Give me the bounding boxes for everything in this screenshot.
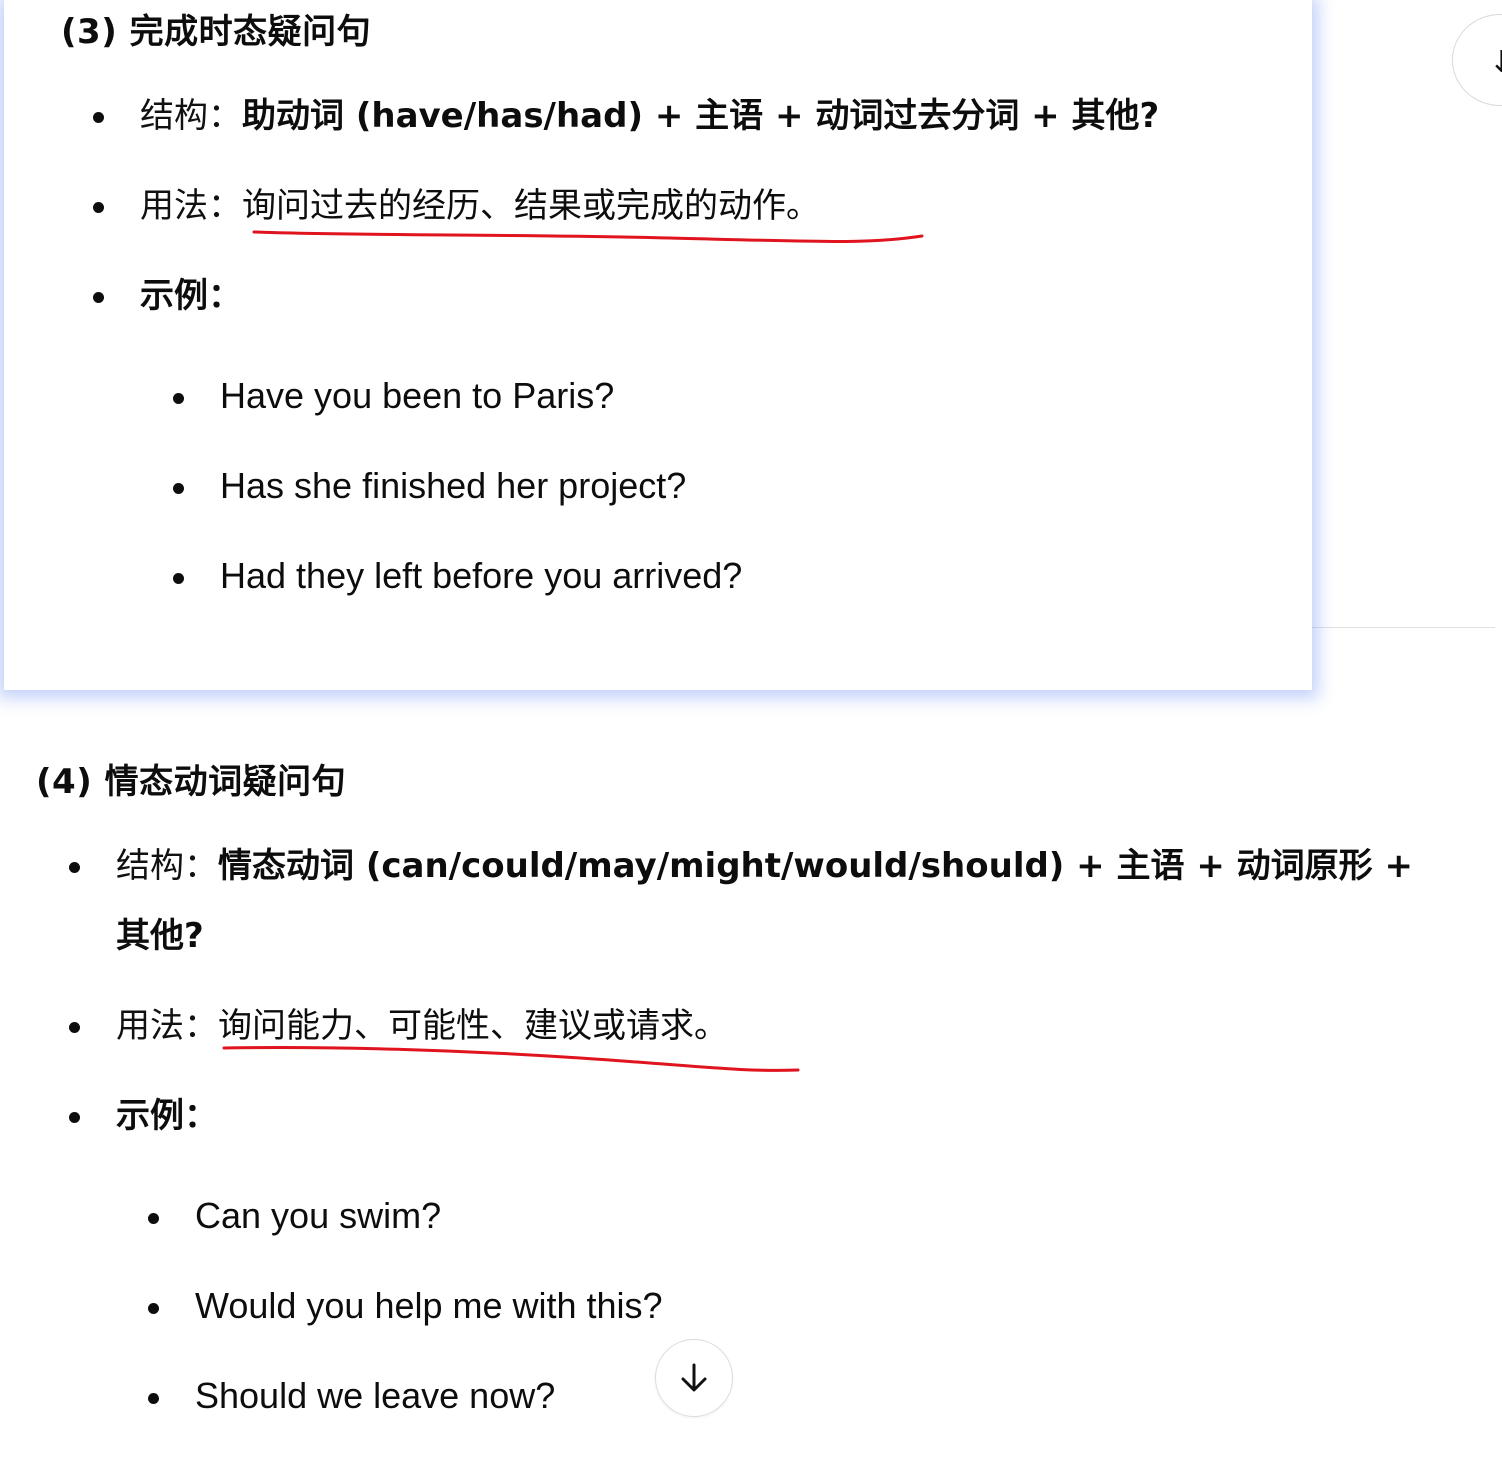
red-underline-annotation [252,230,924,243]
section-3-examples-label: 示例： [93,276,242,316]
example-text: Should we leave now? [195,1375,556,1416]
bullet [173,393,184,404]
example-text: Can you swim? [195,1195,442,1236]
bullet [69,1022,80,1033]
arrow-down-icon [681,1363,707,1392]
structure-prefix: 结构： [140,96,242,136]
list-item: Should we leave now? [148,1375,556,1416]
bullet [148,1213,159,1224]
section-4-structure-continued: 其他? [116,916,204,956]
structure-text: 助动词 (have/has/had) + 主语 + 动词过去分词 + 其他? [242,96,1160,136]
list-item: Have you been to Paris? [173,375,615,416]
scroll-to-bottom-button[interactable] [655,1339,733,1417]
focused-content-card: (3) 完成时态疑问句 结构：助动词 (have/has/had) + 主语 +… [4,0,1312,690]
usage-prefix: 用法： [140,186,242,226]
section-3-heading: (3) 完成时态疑问句 [61,12,372,52]
examples-label: 示例： [116,1096,218,1136]
structure-prefix: 结构： [116,846,218,886]
list-item: Had they left before you arrived? [173,555,743,596]
section-4-heading: (4) 情态动词疑问句 [36,762,347,802]
section-4-examples-label: 示例： [69,1096,218,1136]
example-text: Would you help me with this? [195,1285,663,1326]
structure-text-line1: 情态动词 (can/could/may/might/would/should) … [218,846,1413,886]
section-3-structure: 结构：助动词 (have/has/had) + 主语 + 动词过去分词 + 其他… [93,96,1160,136]
bullet [173,573,184,584]
side-action-button[interactable]: ↓ [1452,14,1502,106]
example-text: Have you been to Paris? [220,375,615,416]
bullet [173,483,184,494]
divider [1300,627,1495,628]
bullet [69,862,80,873]
section-3-usage: 用法：询问过去的经历、结果或完成的动作。 [93,186,820,226]
bullet [148,1393,159,1404]
action-icon: ↓ [1489,45,1502,80]
section-4-structure: 结构：情态动词 (can/could/may/might/would/shoul… [69,846,1413,886]
usage-text: 询问过去的经历、结果或完成的动作。 [242,186,820,226]
bullet [148,1303,159,1314]
list-item: Has she finished her project? [173,465,687,506]
usage-prefix: 用法： [116,1006,218,1046]
bullet [93,202,104,213]
red-underline-annotation [222,1045,800,1072]
bullet [93,112,104,123]
list-item: Can you swim? [148,1195,442,1236]
bullet [69,1112,80,1123]
bullet [93,292,104,303]
example-text: Has she finished her project? [220,465,687,506]
list-item: Would you help me with this? [148,1285,663,1326]
example-text: Had they left before you arrived? [220,555,743,596]
structure-text-line2: 其他? [116,916,204,956]
examples-label: 示例： [140,276,242,316]
